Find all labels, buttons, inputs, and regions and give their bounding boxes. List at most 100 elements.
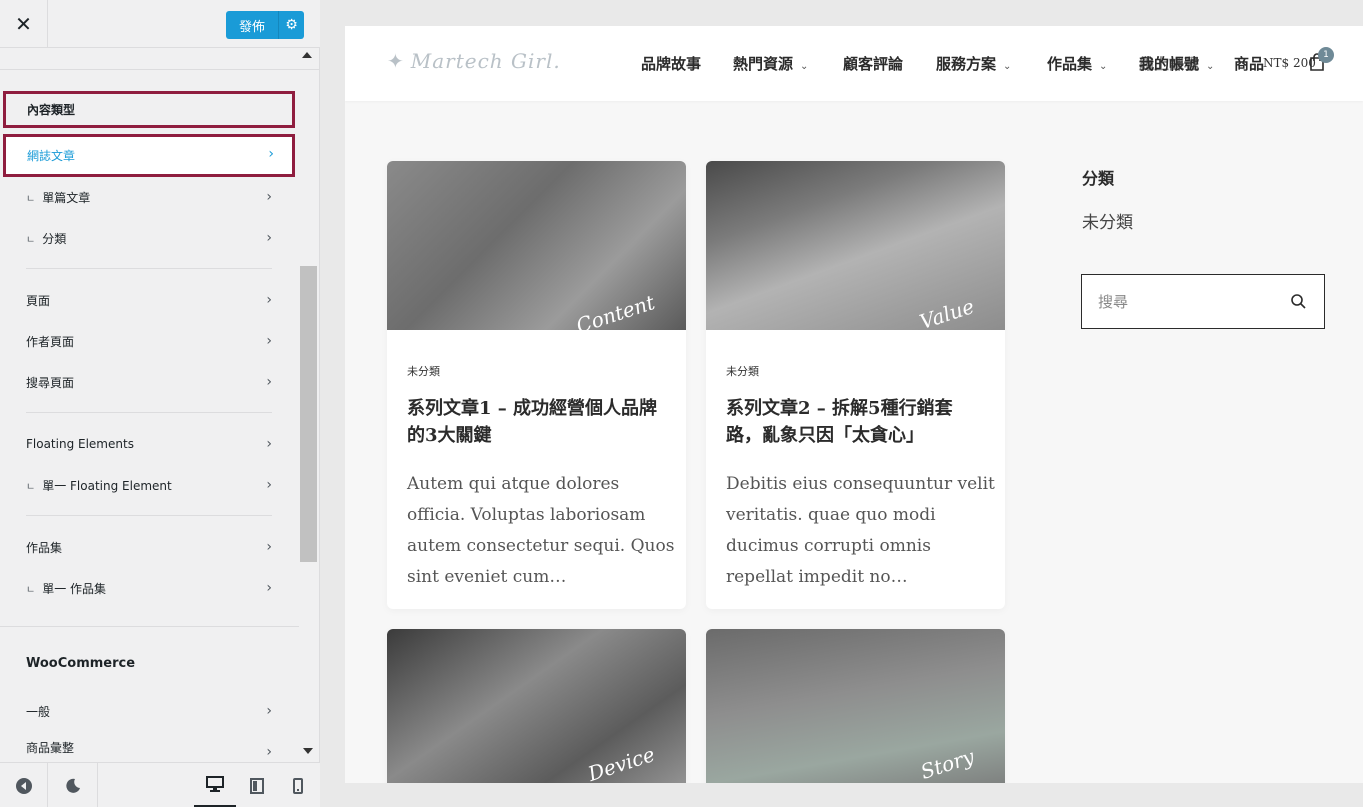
- menu-item-pages[interactable]: 頁面 ›: [0, 280, 300, 320]
- menu-item-label: 一般: [26, 704, 51, 719]
- menu-item-label: 作品集: [26, 540, 63, 555]
- menu-item-single-floating-element[interactable]: ㄴ 單一 Floating Element ›: [0, 465, 300, 505]
- menu-item-search-page[interactable]: 搜尋頁面 ›: [0, 362, 300, 402]
- post-card[interactable]: Story: [706, 629, 1005, 783]
- publish-button[interactable]: 發佈: [226, 11, 278, 39]
- gear-icon: ⚙: [285, 17, 298, 33]
- chevron-down-icon: ⌄: [1003, 61, 1012, 72]
- cart-count-badge: 1: [1318, 47, 1334, 63]
- nav-item-brand-story[interactable]: 品牌故事: [641, 53, 701, 74]
- dark-mode-toggle[interactable]: [48, 763, 98, 807]
- nav-item-products[interactable]: 商品: [1234, 53, 1264, 74]
- logo-text: Martech Girl.: [410, 49, 561, 73]
- panel-footer: [0, 762, 320, 807]
- divider: [26, 268, 272, 269]
- post-card[interactable]: Value 未分類 系列文章2 – 拆解5種行銷套路，亂象只因「太貪心」 Deb…: [706, 161, 1005, 609]
- preview-tablet-button[interactable]: [236, 763, 278, 807]
- menu-item-product-archive[interactable]: 商品彙整 ›: [0, 732, 300, 762]
- nav-item-services[interactable]: 服務方案 ⌄: [936, 53, 1011, 74]
- image-caption: Content: [573, 290, 658, 330]
- post-excerpt: Debitis eius consequuntur velit veritati…: [726, 474, 995, 587]
- post-card[interactable]: Device: [387, 629, 686, 783]
- post-title[interactable]: 系列文章1 – 成功經營個人品牌的3大關鍵: [407, 395, 669, 449]
- section-title-label: 內容類型: [27, 103, 76, 117]
- image-caption: Story: [917, 744, 978, 783]
- nav-label: 作品集: [1047, 55, 1093, 73]
- search-icon[interactable]: [1290, 293, 1306, 309]
- menu-item-category[interactable]: ㄴ 分類 ›: [0, 218, 300, 258]
- sub-marker: ㄴ: [26, 481, 36, 493]
- nav-label: 顧客評論: [843, 55, 904, 73]
- sub-marker: ㄴ: [26, 234, 36, 246]
- cart-price[interactable]: NT$ 200: [1263, 56, 1316, 70]
- close-button[interactable]: ✕: [0, 0, 48, 48]
- chevron-right-icon: ›: [266, 744, 272, 760]
- nav-label: 品牌故事: [641, 55, 702, 73]
- menu-item-label: Floating Elements: [26, 437, 134, 451]
- menu-item-general[interactable]: 一般 ›: [0, 691, 300, 731]
- site-preview: ✦ Martech Girl. 品牌故事 熱門資源 ⌄ 顧客評論 服務方案 ⌄ 作品集…: [345, 26, 1363, 783]
- post-category[interactable]: 未分類: [726, 363, 759, 379]
- sidebar-category-item[interactable]: 未分類: [1082, 208, 1133, 233]
- preview-desktop-button[interactable]: [194, 763, 236, 807]
- preview-mobile-button[interactable]: [278, 763, 318, 807]
- post-card[interactable]: Content 未分類 系列文章1 – 成功經營個人品牌的3大關鍵 Autem …: [387, 161, 686, 609]
- chevron-right-icon: ›: [266, 374, 272, 390]
- nav-label: 線上課程: [1139, 55, 1200, 73]
- moon-icon: [65, 778, 80, 793]
- post-category[interactable]: 未分類: [407, 363, 440, 379]
- panel-subbar: [0, 48, 320, 70]
- woocommerce-section-title: WooCommerce: [26, 656, 136, 671]
- menu-item-label: 單一 Floating Element: [42, 478, 172, 493]
- chevron-right-icon: ›: [268, 146, 274, 162]
- sparkle-icon: ✦: [387, 49, 405, 73]
- menu-item-single-post[interactable]: ㄴ 單篇文章 ›: [0, 177, 300, 217]
- panel-header: ✕ 發佈 ⚙: [0, 0, 320, 48]
- chevron-down-icon: ⌄: [1099, 61, 1108, 72]
- chevron-down-icon: ⌄: [800, 61, 809, 72]
- image-caption: Value: [916, 293, 978, 330]
- nav-label: 服務方案: [936, 55, 997, 73]
- post-thumbnail[interactable]: Value: [706, 161, 1005, 330]
- menu-item-floating-elements[interactable]: Floating Elements ›: [0, 424, 300, 464]
- customizer-panel: ✕ 發佈 ⚙ 內容類型 網誌文章 › ㄴ 單篇文章 › ㄴ 分類 › 頁面 › …: [0, 0, 320, 807]
- menu-item-label: 頁面: [26, 293, 51, 308]
- post-thumbnail[interactable]: Content: [387, 161, 686, 330]
- tablet-icon: [250, 777, 264, 794]
- scroll-down-arrow-icon[interactable]: [303, 748, 313, 754]
- scroll-up-arrow-icon[interactable]: [302, 52, 312, 58]
- menu-item-author-page[interactable]: 作者頁面 ›: [0, 321, 300, 361]
- nav-item-online-courses[interactable]: 線上課程: [1139, 53, 1199, 74]
- chevron-right-icon: ›: [266, 292, 272, 308]
- nav-item-popular-resources[interactable]: 熱門資源 ⌄: [733, 53, 808, 74]
- divider: [0, 626, 299, 627]
- publish-settings-button[interactable]: ⚙: [278, 11, 304, 39]
- mobile-icon: [293, 777, 303, 794]
- section-title-content-types: 內容類型: [3, 91, 295, 128]
- chevron-right-icon: ›: [266, 230, 272, 246]
- menu-item-single-portfolio[interactable]: ㄴ 單一 作品集 ›: [0, 568, 300, 608]
- sub-marker: ㄴ: [26, 584, 36, 596]
- sub-marker: ㄴ: [26, 193, 36, 205]
- collapse-panel-button[interactable]: [0, 763, 48, 807]
- post-thumbnail[interactable]: Device: [387, 629, 686, 783]
- menu-item-label: 作者頁面: [26, 334, 75, 349]
- close-icon: ✕: [15, 12, 32, 36]
- site-logo[interactable]: ✦ Martech Girl.: [387, 49, 561, 73]
- search-input[interactable]: 搜尋: [1098, 291, 1128, 312]
- desktop-icon: [206, 776, 224, 792]
- nav-item-reviews[interactable]: 顧客評論: [843, 53, 903, 74]
- post-thumbnail[interactable]: Story: [706, 629, 1005, 783]
- chevron-right-icon: ›: [266, 477, 272, 493]
- nav-item-portfolio[interactable]: 作品集 ⌄: [1047, 53, 1107, 74]
- sidebar-search-box[interactable]: 搜尋: [1081, 274, 1325, 329]
- chevron-right-icon: ›: [266, 580, 272, 596]
- divider: [26, 515, 272, 516]
- menu-item-label: 分類: [42, 231, 67, 246]
- menu-item-blog-posts[interactable]: 網誌文章 ›: [3, 134, 295, 177]
- post-title[interactable]: 系列文章2 – 拆解5種行銷套路，亂象只因「太貪心」: [726, 395, 988, 449]
- menu-item-label: 單一 作品集: [42, 581, 107, 596]
- menu-item-portfolio[interactable]: 作品集 ›: [0, 527, 300, 567]
- menu-item-label: 商品彙整: [26, 740, 75, 755]
- scrollbar-thumb[interactable]: [300, 266, 317, 562]
